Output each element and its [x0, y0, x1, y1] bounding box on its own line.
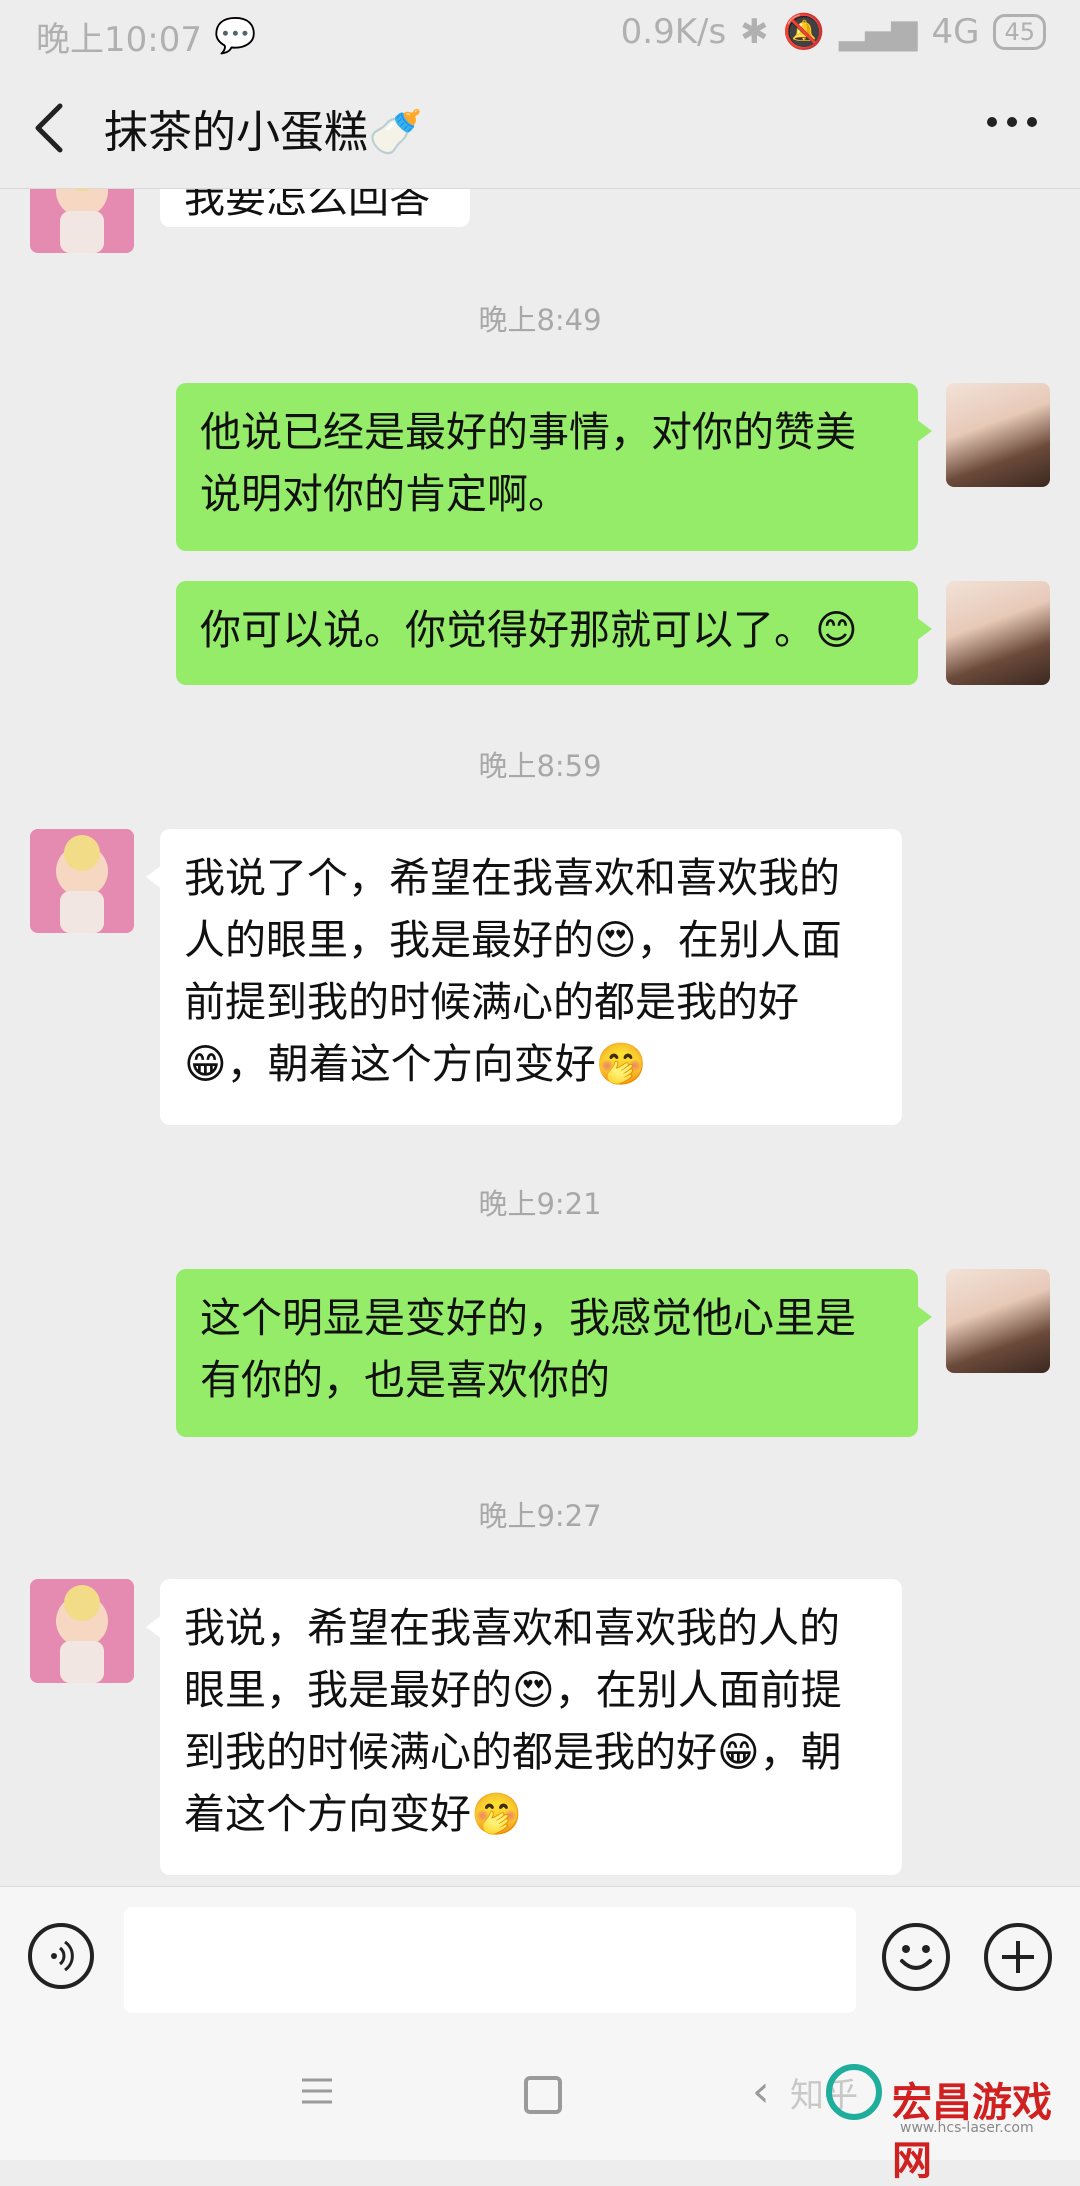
more-options-button[interactable]: [984, 92, 1040, 153]
my-avatar[interactable]: [946, 383, 1050, 487]
status-bar: 晚上10:07 💬 0.9K/s ✱ 🔕 ▂▄▆ 4G 45: [0, 0, 1080, 66]
emoji-button[interactable]: [882, 1923, 950, 1991]
my-avatar[interactable]: [946, 581, 1050, 685]
message-bubble-received[interactable]: 我要怎么回答: [160, 189, 470, 227]
signal-icon: ▂▄▆: [839, 12, 918, 52]
status-right-group: 0.9K/s ✱ 🔕 ▂▄▆ 4G 45: [621, 12, 1046, 52]
message-list[interactable]: 我要怎么回答 晚上8:49 他说已经是最好的事情，对你的赞美 说明对你的肯定啊。…: [0, 189, 1080, 1885]
status-time: 晚上10:07: [36, 20, 202, 60]
baby-avatar-image: [30, 189, 134, 253]
site-logo-icon: [826, 2064, 882, 2120]
emoji-icon: [900, 1945, 932, 1970]
site-url-watermark: www.hcs-laser.com: [900, 2120, 1034, 2136]
input-bar: [0, 1886, 1080, 2029]
message-bubble-sent[interactable]: 这个明显是变好的，我感觉他心里是 有你的，也是喜欢你的: [176, 1269, 932, 1437]
message-bubble-received[interactable]: 我说了个，希望在我喜欢和喜欢我的 人的眼里，我是最好的😍，在别人面 前提到我的时…: [146, 829, 902, 1125]
message-input[interactable]: [124, 1907, 856, 2013]
contact-avatar[interactable]: [30, 829, 134, 933]
bluetooth-icon: ✱: [740, 12, 769, 52]
battery-icon: 45: [993, 14, 1046, 50]
chevron-left-icon: [35, 103, 63, 153]
message-bubble-received[interactable]: 我说，希望在我喜欢和喜欢我的人的 眼里，我是最好的😍，在别人面前提 到我的时候满…: [146, 1579, 902, 1875]
home-icon[interactable]: [524, 2076, 562, 2114]
network-speed: 0.9K/s: [620, 12, 727, 52]
message-bubble-sent[interactable]: 他说已经是最好的事情，对你的赞美 说明对你的肯定啊。: [176, 383, 932, 551]
message-timestamp: 晚上9:21: [478, 1187, 602, 1221]
baby-avatar-image: [30, 829, 134, 933]
chat-title: 抹茶的小蛋糕🍼: [104, 107, 423, 158]
nav-back-icon[interactable]: ‹: [752, 2066, 770, 2117]
chat-header: 抹茶的小蛋糕🍼: [0, 66, 1080, 189]
contact-avatar[interactable]: [30, 189, 134, 253]
baby-avatar-image: [30, 1579, 134, 1683]
message-bubble-sent[interactable]: 你可以说。你觉得好那就可以了。😊: [176, 581, 932, 685]
back-button[interactable]: [30, 98, 80, 158]
voice-icon: [51, 1940, 74, 1972]
voice-input-button[interactable]: [28, 1923, 94, 1989]
message-timestamp: 晚上8:59: [478, 749, 602, 783]
system-navigation-bar: ‹ 知乎 宏昌游戏网 www.hcs-laser.com: [0, 2028, 1080, 2184]
plus-icon: [1002, 1941, 1034, 1973]
contact-avatar[interactable]: [30, 1579, 134, 1683]
wechat-notification-icon: 💬: [214, 16, 257, 56]
my-avatar[interactable]: [946, 1269, 1050, 1373]
message-timestamp: 晚上8:49: [478, 303, 602, 337]
menu-icon[interactable]: [300, 2076, 334, 2106]
mute-icon: 🔕: [782, 12, 826, 52]
message-timestamp: 晚上9:27: [478, 1499, 602, 1533]
more-dots-icon: [987, 117, 1037, 127]
more-functions-button[interactable]: [984, 1923, 1052, 1991]
network-type: 4G: [931, 12, 980, 52]
